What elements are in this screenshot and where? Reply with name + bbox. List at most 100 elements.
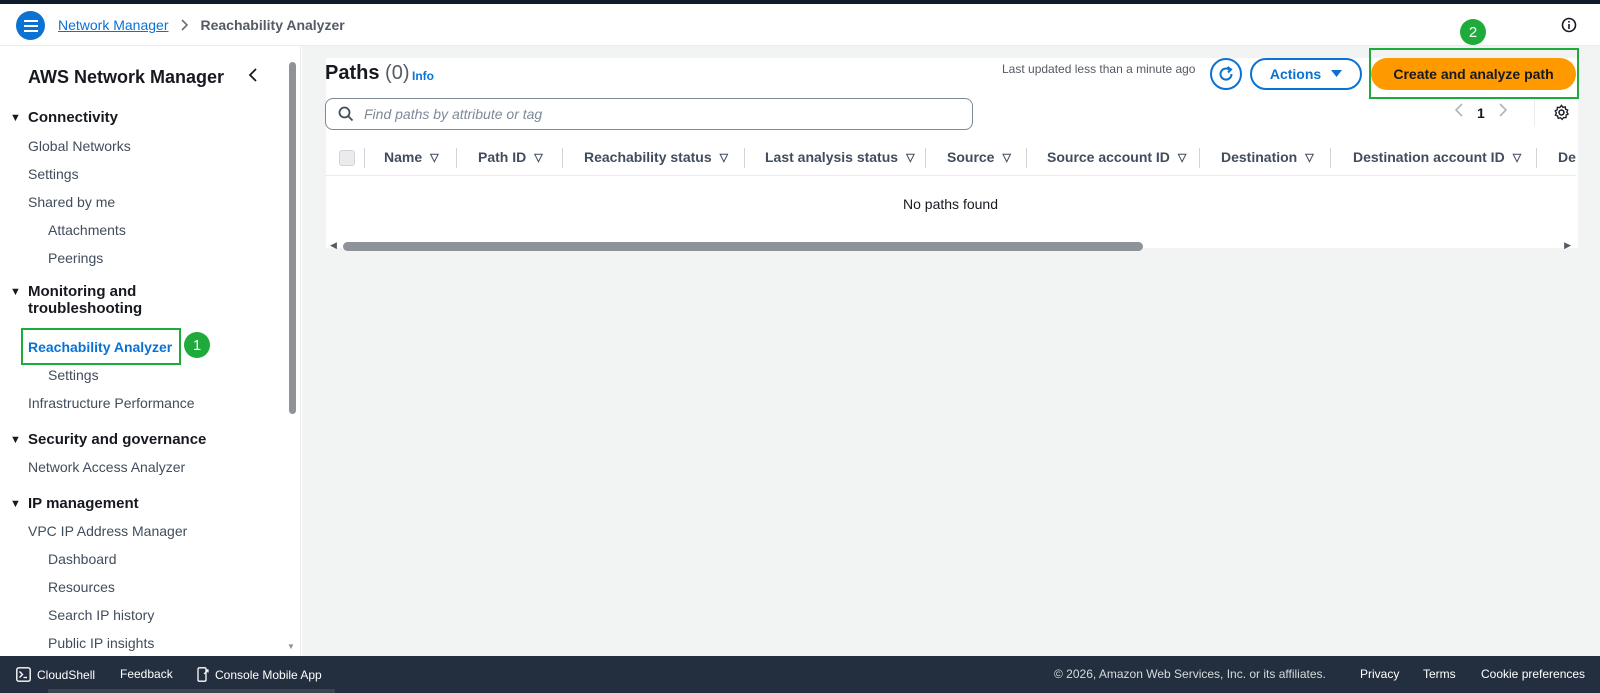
sidebar-item-infrastructure-performance[interactable]: Infrastructure Performance [28,395,195,411]
info-circle-icon[interactable] [1561,17,1577,36]
caret-down-icon: ▼ [10,434,21,446]
terms-link[interactable]: Terms [1423,667,1456,681]
sidebar-title: AWS Network Manager [28,67,225,87]
sort-icon: ▽ [1512,151,1522,164]
chevron-left-icon [248,68,257,82]
section-label: Security and governance [28,431,207,448]
section-label: IP management [28,495,139,512]
refresh-button[interactable] [1210,58,1242,90]
column-header-source-account-id[interactable]: Source account ID ▽ [1047,149,1186,165]
console-footer: CloudShell Feedback Console Mobile App ©… [0,656,1600,693]
column-header-truncated[interactable]: De [1558,149,1576,165]
sidebar-item-peerings[interactable]: Peerings [48,250,103,266]
section-label: Monitoring and troubleshooting [28,283,142,317]
sidebar-item-global-networks[interactable]: Global Networks [28,138,131,154]
highlight-box-1 [21,328,181,365]
sort-icon: ▽ [906,151,915,164]
sort-icon: ▽ [719,151,729,164]
sort-icon: ▽ [1177,151,1187,164]
side-navigation: AWS Network Manager ▼ Connectivity Globa… [0,46,301,656]
search-input[interactable] [364,106,954,122]
column-separator [1026,148,1027,168]
console-mobile-app-link[interactable]: Console Mobile App [197,667,322,682]
cloudshell-button[interactable]: CloudShell [16,667,95,682]
sidebar-item-network-access-analyzer[interactable]: Network Access Analyzer [28,459,185,475]
empty-state-message: No paths found [903,196,998,212]
search-field[interactable] [325,98,973,130]
main-content [302,46,1600,656]
sort-icon: ▽ [1002,151,1011,164]
sidebar-item-settings[interactable]: Settings [28,166,79,182]
info-link[interactable]: Info [412,69,434,83]
column-label: Name [384,149,423,165]
step-marker-1: 1 [184,332,210,358]
column-separator [1199,148,1200,168]
actions-dropdown-button[interactable]: Actions [1250,58,1362,90]
cookie-preferences-link[interactable]: Cookie preferences [1481,667,1585,681]
highlight-box-2 [1369,48,1579,99]
section-label-line1: Monitoring and [28,283,137,300]
next-page-icon[interactable] [1499,103,1507,122]
scroll-right-arrow[interactable]: ▶ [1564,240,1571,251]
paths-count: (0) [385,62,410,84]
paths-title-text: Paths [325,62,380,84]
settings-gear-icon[interactable] [1553,104,1570,124]
column-header-last-analysis-status[interactable]: Last analysis status ▽ [765,149,915,165]
column-header-destination[interactable]: Destination ▽ [1221,149,1314,165]
column-separator [925,148,926,168]
section-label: Connectivity [28,109,119,126]
sidebar-item-search-ip-history[interactable]: Search IP history [48,607,154,623]
scrollbar-thumb[interactable] [343,242,1143,251]
section-monitoring[interactable]: ▼ Monitoring and troubleshooting [10,283,142,317]
step-marker-2: 2 [1460,19,1486,45]
page-title: Paths (0) [325,62,409,85]
last-updated-text: Last updated less than a minute ago [1002,62,1196,76]
column-label: Path ID [478,149,527,165]
caret-down-icon [1331,70,1343,77]
horizontal-scrollbar[interactable]: ◀ ▶ [325,240,1576,254]
column-header-path-id[interactable]: Path ID ▽ [478,149,543,165]
column-label: Source account ID [1047,149,1170,165]
column-header-destination-account-id[interactable]: Destination account ID ▽ [1353,149,1521,165]
sidebar-item-dashboard[interactable]: Dashboard [48,551,117,567]
column-header-source[interactable]: Source ▽ [947,149,1011,165]
column-separator [456,148,457,168]
column-label: Source [947,149,995,165]
select-all-checkbox[interactable] [339,150,355,166]
cloudshell-icon [16,667,31,682]
column-separator [364,148,365,168]
caret-down-icon: ▼ [10,498,21,510]
cloudshell-label: CloudShell [37,667,96,682]
top-navigation: Network Manager Reachability Analyzer [0,4,1600,46]
caret-down-icon: ▼ [10,286,21,298]
taskbar-strip [48,689,335,693]
table-header: Name ▽ Path ID ▽ Reachability status ▽ Last… [325,140,1576,176]
scroll-left-arrow[interactable]: ◀ [330,240,337,251]
hamburger-menu-button[interactable] [16,11,45,40]
collapse-sidebar-button[interactable] [248,68,258,85]
section-ip-management[interactable]: ▼ IP management [10,495,139,513]
section-connectivity[interactable]: ▼ Connectivity [10,109,118,127]
refresh-icon [1219,66,1233,81]
page-number[interactable]: 1 [1477,105,1485,121]
sidebar-scrollbar[interactable] [289,62,296,414]
section-security[interactable]: ▼ Security and governance [10,431,206,449]
column-header-name[interactable]: Name ▽ [384,149,439,165]
column-header-reachability-status[interactable]: Reachability status ▽ [584,149,728,165]
breadcrumb-network-manager[interactable]: Network Manager [58,17,169,33]
sidebar-item-attachments[interactable]: Attachments [48,222,126,238]
sidebar-item-shared-by-me[interactable]: Shared by me [28,194,115,210]
privacy-link[interactable]: Privacy [1360,667,1399,681]
previous-page-icon[interactable] [1454,103,1463,122]
sidebar-item-ra-settings[interactable]: Settings [48,367,99,383]
sidebar-item-resources[interactable]: Resources [48,579,115,595]
search-icon [338,106,354,122]
sort-icon: ▽ [534,151,543,164]
sidebar-item-vpc-ipam[interactable]: VPC IP Address Manager [28,523,187,539]
chevron-right-icon [180,19,189,31]
feedback-link[interactable]: Feedback [120,667,173,681]
hamburger-menu-icon [23,19,38,32]
scroll-down-arrow[interactable]: ▼ [287,642,295,651]
pagination: 1 [1454,103,1507,122]
sidebar-item-public-ip-insights[interactable]: Public IP insights [48,635,154,651]
